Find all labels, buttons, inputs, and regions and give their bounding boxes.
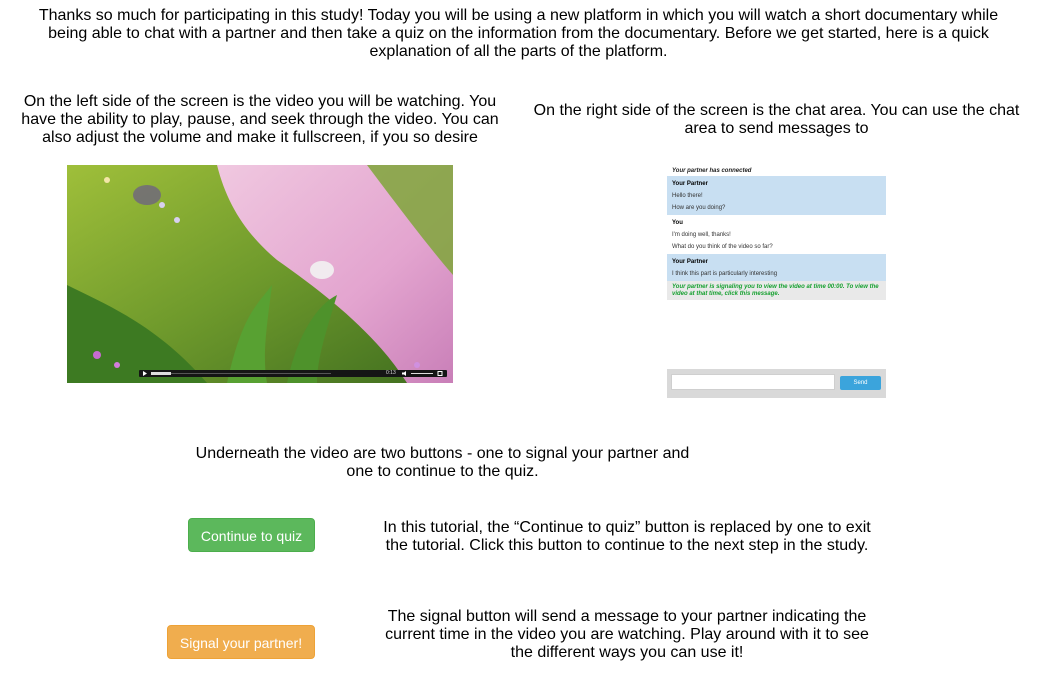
video-controls[interactable]: 0:13	[139, 370, 447, 377]
volume-icon[interactable]	[402, 370, 408, 377]
video-frame-image	[67, 165, 453, 383]
chat-message: I think this part is particularly intere…	[672, 271, 778, 277]
chat-status: Your partner has connected	[672, 168, 752, 174]
buttons-description: Underneath the video are two buttons - o…	[195, 445, 690, 480]
chat-input[interactable]	[671, 374, 835, 390]
continue-to-quiz-button[interactable]: Continue to quiz	[188, 518, 315, 552]
chat-message: I'm doing well, thanks!	[672, 232, 731, 238]
play-icon[interactable]	[142, 370, 148, 377]
signal-description: The signal button will send a message to…	[385, 608, 869, 661]
chat-preview: Your partner has connected Your Partner …	[667, 165, 886, 398]
chat-message-block: Your Partner I think this part is partic…	[667, 254, 886, 281]
chat-message: Hello there!	[672, 193, 703, 199]
signal-message-block[interactable]: Your partner is signaling you to view th…	[667, 281, 886, 300]
chat-sender: Your Partner	[672, 181, 708, 187]
chat-message-block: You I'm doing well, thanks! What do you …	[667, 215, 886, 254]
time-label: 0:13	[386, 370, 396, 376]
signal-message[interactable]: Your partner is signaling you to view th…	[667, 283, 886, 299]
video-description: On the left side of the screen is the vi…	[21, 93, 499, 146]
chat-input-bar: Send	[667, 369, 886, 398]
intro-text: Thanks so much for participating in this…	[38, 7, 999, 60]
chat-sender: Your Partner	[672, 259, 708, 265]
fullscreen-icon[interactable]	[437, 370, 443, 377]
volume-slider[interactable]	[411, 370, 433, 377]
chat-message: What do you think of the video so far?	[672, 244, 773, 250]
send-button[interactable]: Send	[840, 376, 881, 390]
chat-description: On the right side of the screen is the c…	[533, 102, 1020, 137]
chat-sender: You	[672, 220, 683, 226]
seek-bar-progress	[151, 372, 171, 375]
chat-message-block: Your Partner Hello there! How are you do…	[667, 176, 886, 215]
seek-bar[interactable]	[151, 370, 331, 377]
video-preview: 0:13	[67, 165, 453, 383]
chat-message: How are you doing?	[672, 205, 726, 211]
continue-description: In this tutorial, the “Continue to quiz”…	[383, 519, 871, 554]
signal-partner-button[interactable]: Signal your partner!	[167, 625, 315, 659]
